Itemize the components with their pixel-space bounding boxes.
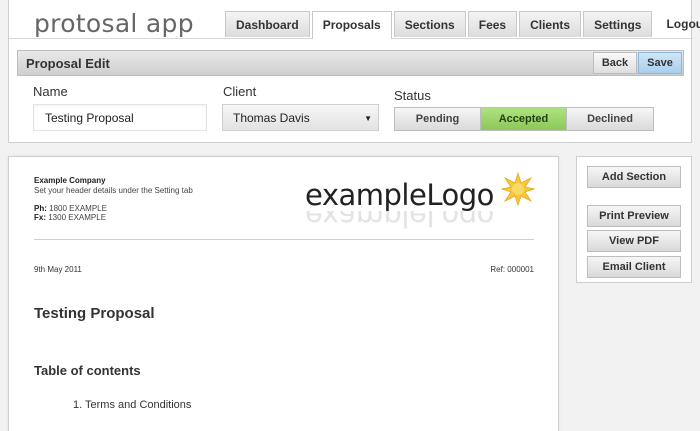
- logo-text: exampleLogo: [305, 178, 494, 212]
- dropdown-arrow-icon: ▼: [364, 114, 372, 123]
- phone-line: Ph: 1800 EXAMPLE: [34, 204, 107, 213]
- side-panel: Add Section Print Preview View PDF Email…: [576, 156, 692, 283]
- main-nav: Dashboard Proposals Sections Fees Client…: [225, 11, 700, 39]
- proposal-document: Example Company Set your header details …: [8, 156, 559, 431]
- document-ref: Ref: 000001: [490, 265, 534, 274]
- name-label: Name: [33, 84, 68, 99]
- back-button[interactable]: Back: [593, 52, 637, 74]
- tab-settings[interactable]: Settings: [583, 11, 653, 37]
- status-declined-button[interactable]: Declined: [567, 108, 653, 130]
- client-select-value: Thomas Davis: [233, 111, 310, 125]
- toc-item[interactable]: 1. Terms and Conditions: [73, 399, 191, 411]
- fax-line: Fx: 1300 EXAMPLE: [34, 213, 106, 222]
- header-note: Set your header details under the Settin…: [34, 186, 193, 195]
- view-pdf-button[interactable]: View PDF: [587, 230, 681, 252]
- client-select[interactable]: Thomas Davis ▼: [222, 104, 379, 131]
- client-label: Client: [223, 84, 257, 99]
- tab-proposals[interactable]: Proposals: [311, 11, 392, 39]
- status-pending-button[interactable]: Pending: [395, 108, 481, 130]
- document-divider: [34, 239, 534, 240]
- document-title: Testing Proposal: [34, 305, 155, 322]
- save-button[interactable]: Save: [638, 52, 682, 74]
- edit-bar-title: Proposal Edit: [26, 56, 110, 71]
- edit-bar: Proposal Edit Back Save: [17, 50, 684, 76]
- toc-heading: Table of contents: [34, 363, 141, 378]
- name-input[interactable]: Testing Proposal: [33, 104, 207, 131]
- status-label: Status: [394, 88, 431, 103]
- print-preview-button[interactable]: Print Preview: [587, 205, 681, 227]
- tab-sections[interactable]: Sections: [393, 11, 466, 37]
- status-accepted-button[interactable]: Accepted: [481, 108, 567, 130]
- status-toggle-group: Pending Accepted Declined: [394, 107, 654, 131]
- top-panel: protosal app Dashboard Proposals Section…: [8, 0, 700, 143]
- fax-value: 1300 EXAMPLE: [48, 213, 107, 222]
- phone-value: 1800 EXAMPLE: [49, 204, 107, 213]
- tab-fees[interactable]: Fees: [467, 11, 518, 37]
- fax-label: Fx:: [34, 213, 46, 222]
- logout-link[interactable]: Logout: [654, 11, 700, 37]
- company-logo: exampleLogo exampleLogo: [305, 172, 535, 233]
- document-date: 9th May 2011: [34, 265, 82, 274]
- app-title: protosal app: [34, 9, 194, 38]
- star-badge-icon: [501, 172, 535, 206]
- tab-dashboard[interactable]: Dashboard: [225, 11, 310, 37]
- logo-reflection: exampleLogo: [305, 211, 494, 233]
- add-section-button[interactable]: Add Section: [587, 166, 681, 188]
- phone-label: Ph:: [34, 204, 47, 213]
- company-name: Example Company: [34, 176, 106, 185]
- email-client-button[interactable]: Email Client: [587, 256, 681, 278]
- tab-clients[interactable]: Clients: [519, 11, 582, 37]
